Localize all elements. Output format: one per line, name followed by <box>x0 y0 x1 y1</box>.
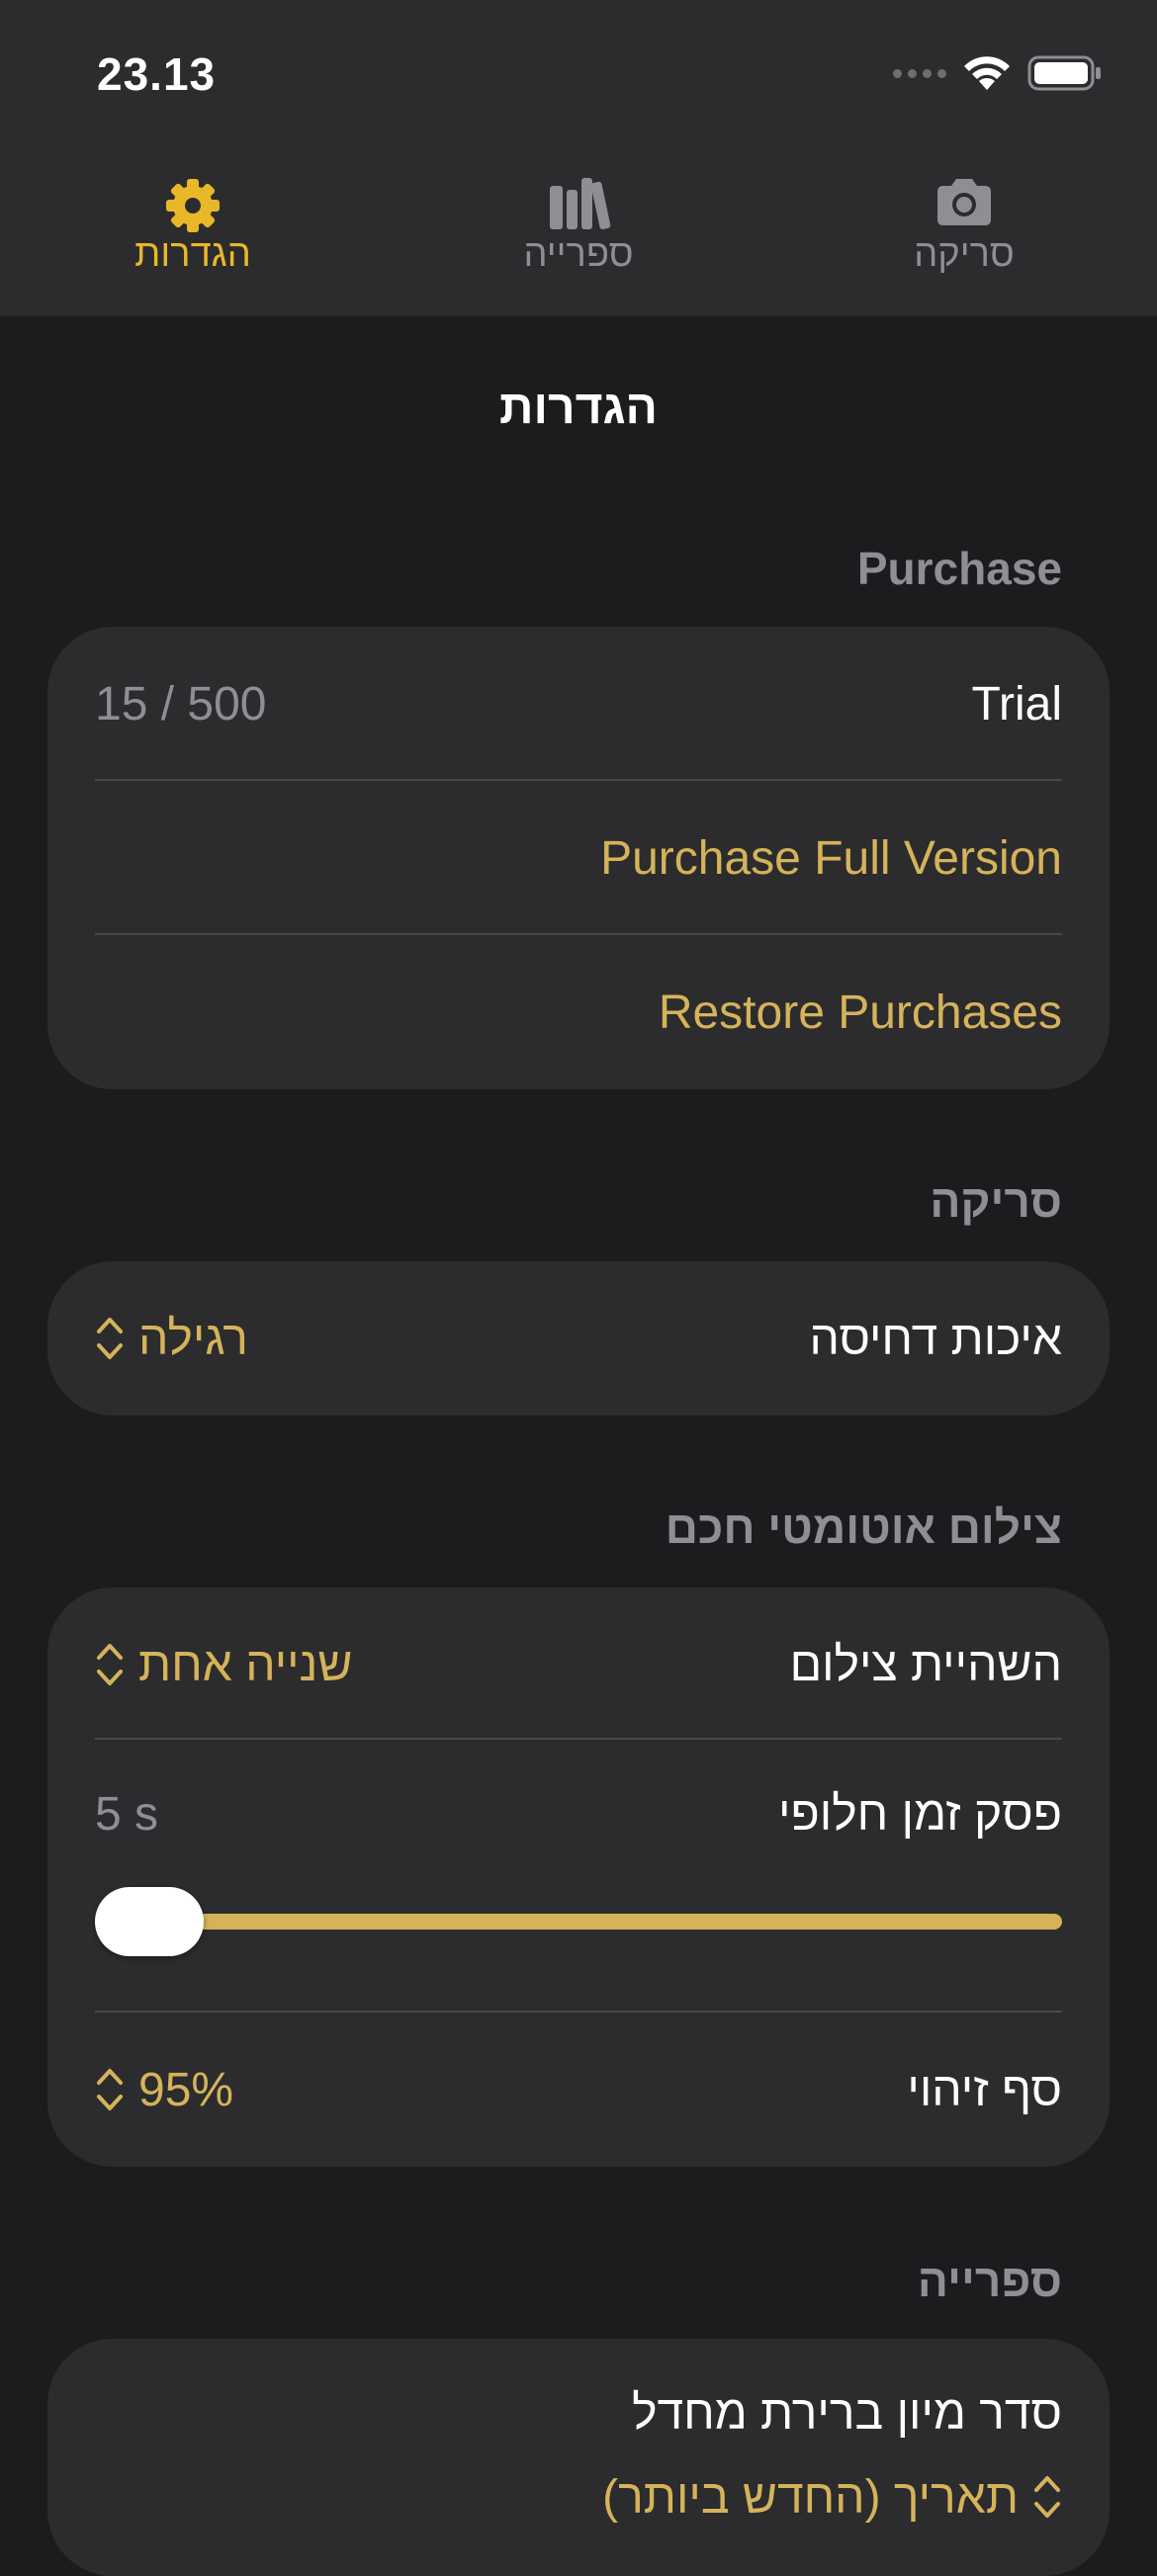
tab-bar: הגדרות ספרייה סריקה <box>0 158 1157 297</box>
timeout-slider-thumb[interactable] <box>95 1887 204 1956</box>
threshold-row: 95% סף זיהוי <box>95 2013 1062 2167</box>
status-icons <box>893 51 1103 95</box>
tab-settings-label: הגדרות <box>134 233 251 275</box>
trial-label: Trial <box>971 677 1062 730</box>
scan-card: רגילה איכות דחיסה <box>47 1261 1110 1416</box>
sort-order-picker[interactable]: תאריך (החדש ביותר) <box>602 2470 1062 2525</box>
compression-picker[interactable]: רגילה <box>95 1312 248 1366</box>
timeout-slider-track[interactable] <box>95 1914 1062 1930</box>
timeout-label: פסק זמן חלופי <box>778 1787 1062 1841</box>
top-bar: 23.13 הגדרות ספרייה סריקה <box>0 0 1157 316</box>
signal-dots-icon <box>893 68 946 78</box>
capture-delay-label: השהיית צילום <box>789 1638 1062 1691</box>
compression-label: איכות דחיסה <box>809 1312 1062 1365</box>
purchase-full-version-button[interactable]: Purchase Full Version <box>95 781 1062 935</box>
smart-capture-section-header: צילום אוטומטי חכם <box>665 1502 1062 1553</box>
chevron-up-down-icon <box>1034 2476 1060 2518</box>
library-section-header: ספרייה <box>917 2255 1062 2306</box>
battery-icon <box>1027 55 1101 91</box>
trial-row: 15 / 500 Trial <box>95 627 1062 781</box>
sort-order-value-row: תאריך (החדש ביותר) <box>95 2447 1062 2546</box>
smart-capture-card: שנייה אחת השהיית צילום 5 s פסק זמן חלופי… <box>47 1588 1110 2167</box>
timeout-row: 5 s פסק זמן חלופי <box>95 1740 1062 1888</box>
restore-purchases-button[interactable]: Restore Purchases <box>95 935 1062 1089</box>
threshold-value: 95% <box>138 2063 234 2116</box>
capture-delay-picker[interactable]: שנייה אחת <box>95 1638 352 1692</box>
chevron-up-down-icon <box>97 2069 123 2110</box>
compression-row: רגילה איכות דחיסה <box>95 1261 1062 1416</box>
timeout-value: 5 s <box>95 1787 159 1841</box>
tab-scan[interactable]: סריקה <box>846 168 1083 276</box>
tab-scan-label: סריקה <box>914 233 1015 275</box>
compression-value: רגילה <box>138 1312 248 1365</box>
tab-library[interactable]: ספרייה <box>460 168 697 276</box>
gear-icon <box>166 179 220 232</box>
tab-library-label: ספרייה <box>523 233 634 275</box>
camera-icon <box>937 179 991 225</box>
sort-order-value: תאריך (החדש ביותר) <box>602 2470 1019 2524</box>
threshold-label: סף זיהוי <box>907 2063 1062 2116</box>
purchase-full-version-label: Purchase Full Version <box>600 831 1062 885</box>
trial-count: 15 / 500 <box>95 677 267 730</box>
purchase-section-header: Purchase <box>856 543 1062 594</box>
tab-settings[interactable]: הגדרות <box>74 168 312 276</box>
page-title: הגדרות <box>499 382 658 434</box>
sort-order-label: סדר מיון ברירת מחדל <box>632 2386 1062 2440</box>
status-time: 23.13 <box>97 48 217 100</box>
library-icon <box>550 178 611 229</box>
threshold-picker[interactable]: 95% <box>95 2063 233 2117</box>
library-card: סדר מיון ברירת מחדל תאריך (החדש ביותר) <box>47 2339 1110 2576</box>
wifi-icon <box>964 56 1010 90</box>
purchase-card: 15 / 500 Trial Purchase Full Version Res… <box>47 627 1110 1089</box>
capture-delay-value: שנייה אחת <box>138 1638 353 1691</box>
chevron-up-down-icon <box>97 1644 123 1685</box>
chevron-up-down-icon <box>97 1318 123 1359</box>
scan-section-header: סריקה <box>930 1175 1062 1227</box>
capture-delay-row: שנייה אחת השהיית צילום <box>95 1588 1062 1742</box>
restore-purchases-label: Restore Purchases <box>658 986 1062 1039</box>
